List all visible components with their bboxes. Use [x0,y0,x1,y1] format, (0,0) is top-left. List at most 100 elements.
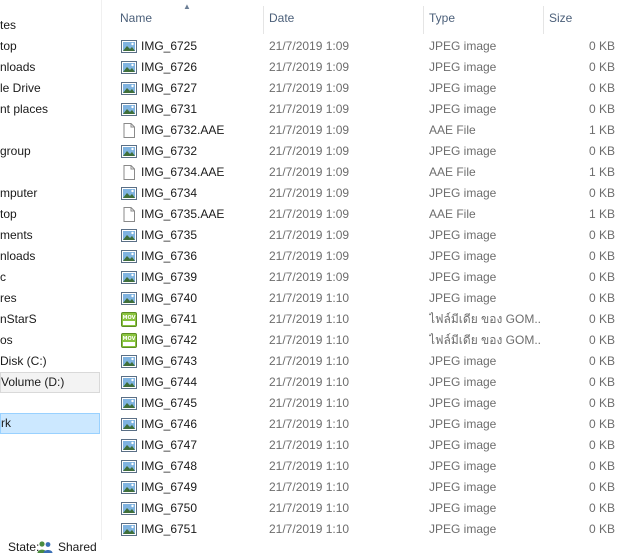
nav-item-music[interactable]: c [0,267,100,288]
file-size: 0 KB [588,522,615,536]
file-size: 0 KB [588,60,615,74]
nav-item-videos[interactable]: os [0,330,100,351]
file-type: JPEG image [429,60,497,74]
nav-item-label: group [0,144,31,158]
nav-item-volume-d[interactable]: Volume (D:) [0,372,100,393]
file-row[interactable]: IMG_6751 21/7/2019 1:10 JPEG image 0 KB [102,519,624,540]
file-name: IMG_6743 [141,354,198,368]
nav-item-desktop[interactable]: top [0,36,100,57]
file-row[interactable]: MOV IMG_6741 21/7/2019 1:10 ไฟล์มีเดีย ของ … [102,309,624,330]
file-row[interactable]: IMG_6725 21/7/2019 1:09 JPEG image 0 KB [102,36,624,57]
file-size: 1 KB [588,207,615,221]
blank-file-icon [121,123,137,138]
file-row[interactable]: IMG_6749 21/7/2019 1:10 JPEG image 0 KB [102,477,624,498]
file-date: 21/7/2019 1:10 [269,438,350,452]
file-row[interactable]: IMG_6736 21/7/2019 1:09 JPEG image 0 KB [102,246,624,267]
file-size: 0 KB [588,480,615,494]
file-row[interactable]: IMG_6748 21/7/2019 1:10 JPEG image 0 KB [102,456,624,477]
file-size: 0 KB [588,438,615,452]
column-header-size[interactable]: Size [543,0,623,35]
nav-item-label: nloads [0,249,36,263]
nav-item-local-disk-c[interactable]: Disk (C:) [0,351,100,372]
nav-item-google-drive[interactable]: le Drive [0,78,100,99]
column-header-date[interactable]: Date [263,0,423,35]
file-row[interactable]: IMG_6726 21/7/2019 1:09 JPEG image 0 KB [102,57,624,78]
nav-item-user-folder[interactable]: nStarS [0,309,100,330]
nav-item-recent-places[interactable]: nt places [0,99,100,120]
file-date: 21/7/2019 1:10 [269,291,350,305]
file-type: JPEG image [429,354,497,368]
file-size: 0 KB [588,102,615,116]
file-type: JPEG image [429,480,497,494]
file-row[interactable]: IMG_6735 21/7/2019 1:09 JPEG image 0 KB [102,225,624,246]
file-row[interactable]: IMG_6740 21/7/2019 1:10 JPEG image 0 KB [102,288,624,309]
file-name: IMG_6735.AAE [141,207,225,221]
jpeg-image-icon [121,396,137,411]
file-row[interactable]: IMG_6743 21/7/2019 1:10 JPEG image 0 KB [102,351,624,372]
file-row[interactable]: MOV IMG_6742 21/7/2019 1:10 ไฟล์มีเดีย ของ … [102,330,624,351]
file-type: AAE File [429,165,476,179]
nav-item-label: nStarS [0,312,37,326]
file-row[interactable]: IMG_6744 21/7/2019 1:10 JPEG image 0 KB [102,372,624,393]
file-type: JPEG image [429,396,497,410]
file-row[interactable]: IMG_6732 21/7/2019 1:09 JPEG image 0 KB [102,141,624,162]
nav-item-favorites[interactable]: tes [0,15,100,36]
file-row[interactable]: IMG_6750 21/7/2019 1:10 JPEG image 0 KB [102,498,624,519]
file-row[interactable]: IMG_6739 21/7/2019 1:09 JPEG image 0 KB [102,267,624,288]
nav-item-desktop-2[interactable]: top [0,204,100,225]
file-name: IMG_6726 [141,60,198,74]
file-name: IMG_6746 [141,417,198,431]
file-row[interactable]: IMG_6745 21/7/2019 1:10 JPEG image 0 KB [102,393,624,414]
file-size: 0 KB [588,396,615,410]
file-size: 0 KB [588,501,615,515]
file-name: IMG_6749 [141,480,198,494]
jpeg-image-icon [121,375,137,390]
nav-item-computer[interactable]: mputer [0,183,100,204]
file-name: IMG_6735 [141,228,198,242]
nav-item-label: nt places [0,102,49,116]
shared-label: Shared [58,540,97,554]
file-date: 21/7/2019 1:10 [269,522,350,536]
nav-item-label: res [0,291,17,305]
file-row[interactable]: IMG_6735.AAE 21/7/2019 1:09 AAE File 1 KB [102,204,624,225]
sort-ascending-icon: ▲ [183,2,191,11]
file-row[interactable]: IMG_6746 21/7/2019 1:10 JPEG image 0 KB [102,414,624,435]
file-name: IMG_6745 [141,396,198,410]
jpeg-image-icon [121,417,137,432]
nav-item-pictures[interactable]: res [0,288,100,309]
file-row[interactable]: IMG_6731 21/7/2019 1:09 JPEG image 0 KB [102,99,624,120]
file-type: JPEG image [429,81,497,95]
file-date: 21/7/2019 1:09 [269,165,350,179]
file-size: 0 KB [588,459,615,473]
svg-text:MOV: MOV [123,336,136,342]
mov-video-icon: MOV [121,333,137,348]
file-type: JPEG image [429,144,497,158]
jpeg-image-icon [121,459,137,474]
file-row[interactable]: IMG_6747 21/7/2019 1:10 JPEG image 0 KB [102,435,624,456]
file-date: 21/7/2019 1:09 [269,123,350,137]
navigation-pane[interactable]: tes top nloads le Drive nt places group … [0,0,101,556]
file-row[interactable]: IMG_6727 21/7/2019 1:09 JPEG image 0 KB [102,78,624,99]
nav-item-downloads[interactable]: nloads [0,57,100,78]
file-type: JPEG image [429,186,497,200]
file-list[interactable]: Name ▲ Date Type Size IMG_6725 21/7/2019 … [102,0,624,540]
file-row[interactable]: IMG_6734.AAE 21/7/2019 1:09 AAE File 1 KB [102,162,624,183]
nav-item-network[interactable]: rk [0,413,100,434]
file-name: IMG_6736 [141,249,198,263]
nav-item-documents[interactable]: ments [0,225,100,246]
file-row[interactable]: IMG_6734 21/7/2019 1:09 JPEG image 0 KB [102,183,624,204]
file-date: 21/7/2019 1:10 [269,417,350,431]
file-date: 21/7/2019 1:09 [269,228,350,242]
file-size: 0 KB [588,186,615,200]
file-date: 21/7/2019 1:09 [269,186,350,200]
file-name: IMG_6739 [141,270,198,284]
file-row[interactable]: IMG_6732.AAE 21/7/2019 1:09 AAE File 1 KB [102,120,624,141]
nav-item-downloads-2[interactable]: nloads [0,246,100,267]
nav-item-homegroup[interactable]: group [0,141,100,162]
shared-users-icon [37,541,53,553]
column-header-type[interactable]: Type [423,0,543,35]
file-type: AAE File [429,123,476,137]
column-header-date-label: Date [269,11,295,25]
jpeg-image-icon [121,354,137,369]
svg-text:MOV: MOV [123,315,136,321]
